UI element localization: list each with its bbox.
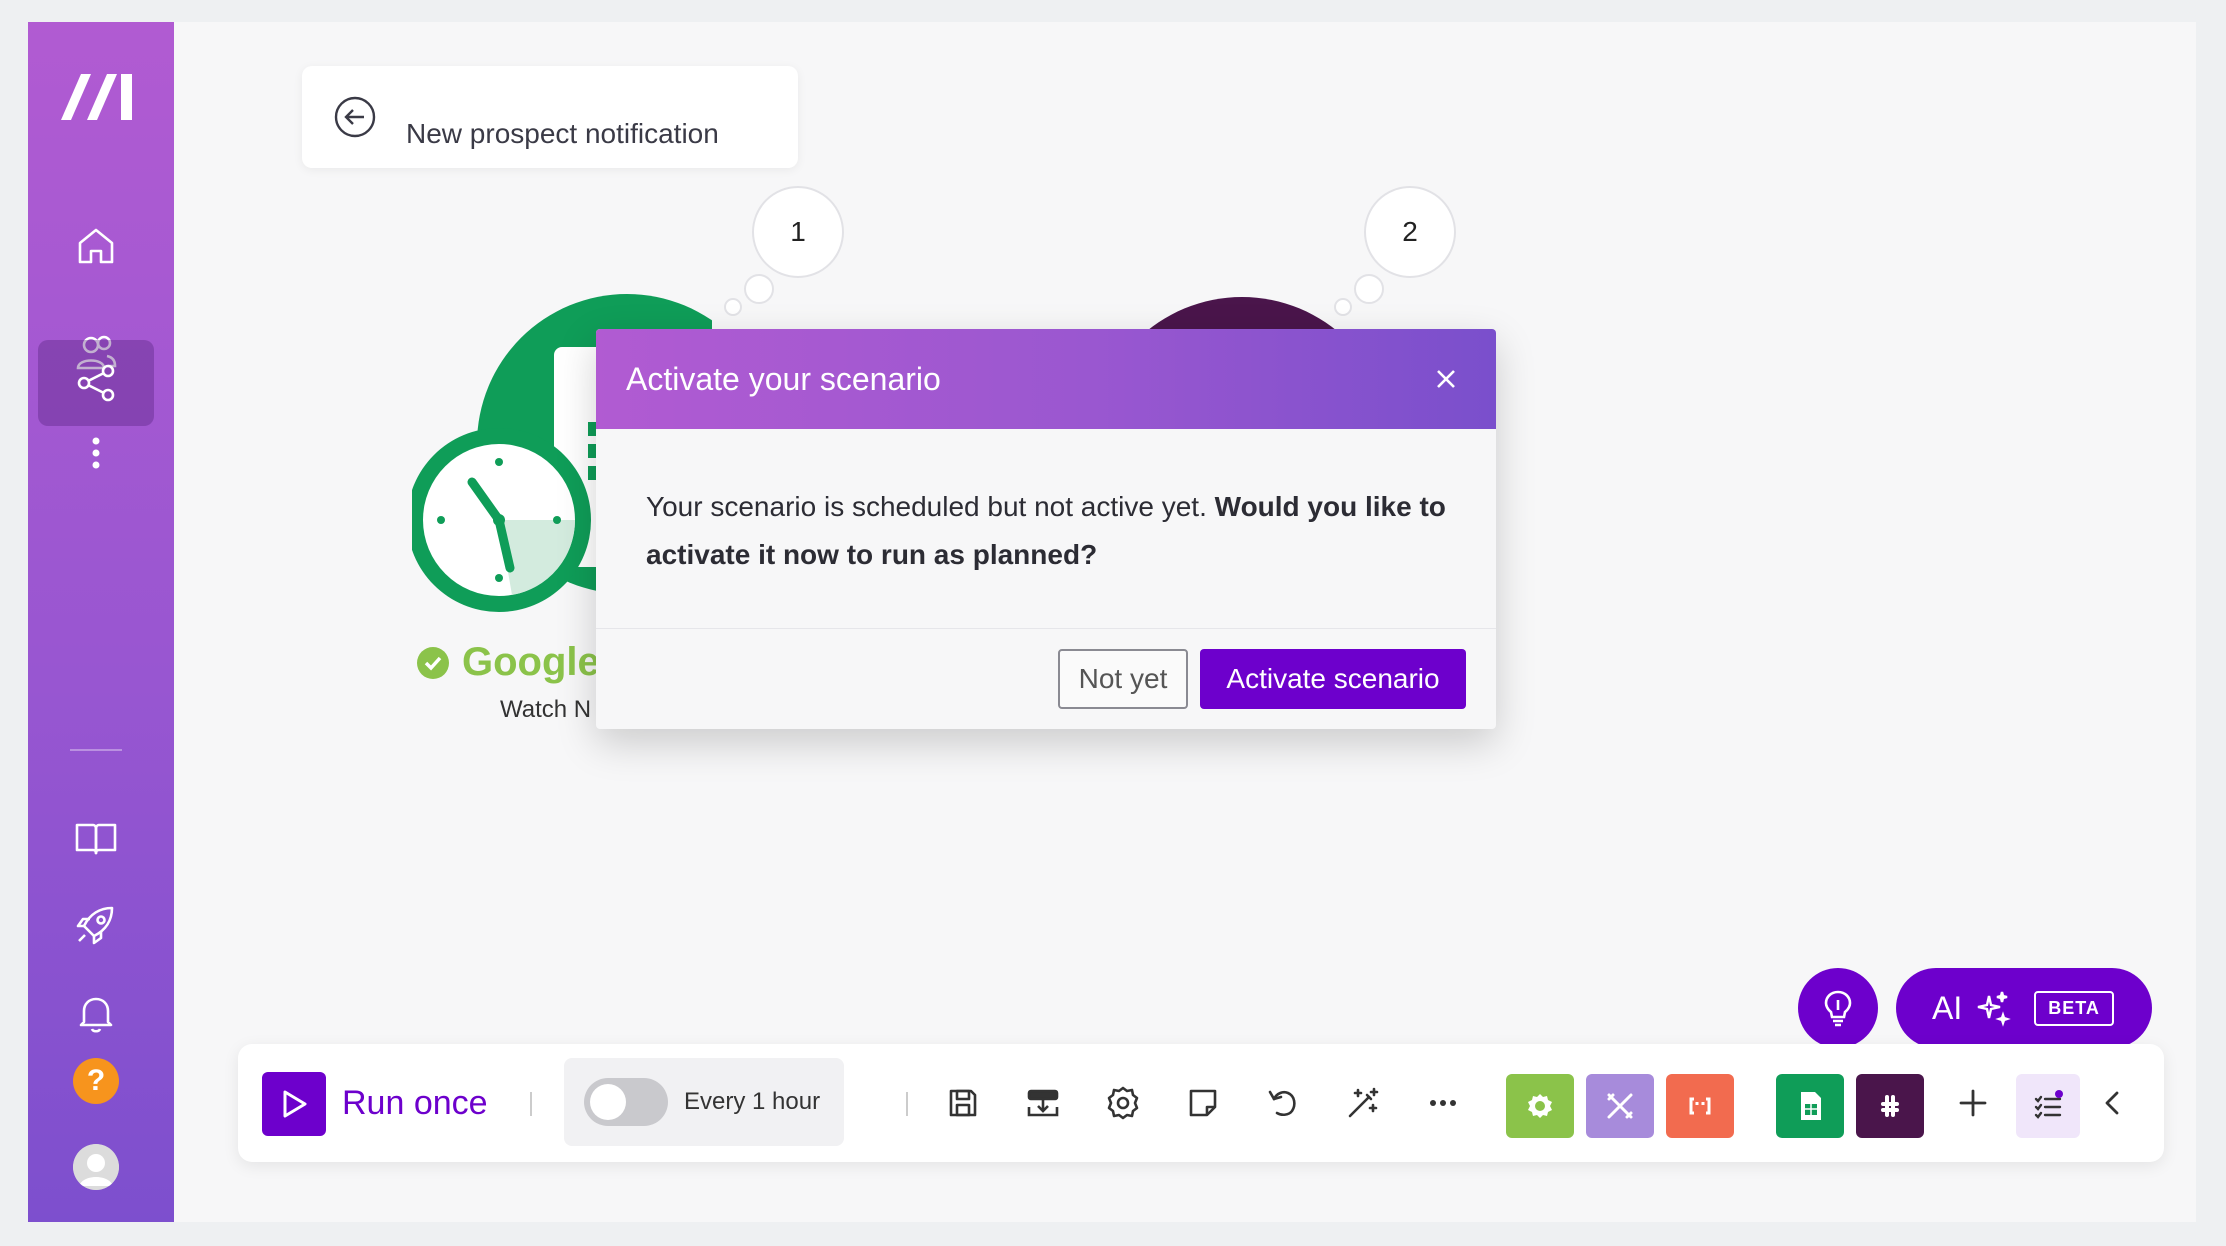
back-arrow-icon[interactable] — [334, 96, 376, 138]
run-once-button[interactable] — [262, 1072, 326, 1136]
dialog-title: Activate your scenario — [626, 360, 941, 397]
sidebar-divider — [70, 749, 122, 751]
home-icon[interactable] — [38, 203, 154, 289]
help-icon[interactable]: ? — [73, 1058, 119, 1104]
save-icon[interactable] — [938, 1078, 988, 1128]
dialog-footer: Not yet Activate scenario — [1058, 649, 1466, 709]
tools-app-icon[interactable] — [1506, 1074, 1574, 1138]
make-logo[interactable] — [59, 68, 137, 124]
settings-icon[interactable] — [1098, 1078, 1148, 1128]
more-icon[interactable] — [1418, 1078, 1468, 1128]
help-icon-label: ? — [86, 1064, 106, 1097]
module-bubble-label: 1 — [790, 216, 806, 247]
schedule-control[interactable]: Every 1 hour — [564, 1058, 844, 1146]
bubble-dot — [1334, 298, 1352, 316]
module-bubble-1[interactable]: 1 — [752, 186, 844, 278]
dialog-header: Activate your scenario — [596, 329, 1496, 429]
flow-control-app-icon[interactable] — [1586, 1074, 1654, 1138]
toolbar-divider — [906, 1092, 908, 1116]
check-circle-icon — [417, 646, 449, 679]
docs-icon[interactable] — [38, 795, 154, 881]
module-title: Google — [416, 640, 600, 685]
dialog-message-text: Your scenario is scheduled but not activ… — [646, 491, 1215, 522]
bubble-dot — [1354, 274, 1384, 304]
play-icon — [283, 1090, 307, 1118]
collapse-chevron-icon[interactable] — [2088, 1078, 2138, 1128]
beta-badge: BETA — [2034, 990, 2114, 1026]
toolbar-divider — [530, 1092, 532, 1116]
app-frame: ? New prospect notification 1 2 Google W… — [28, 22, 2196, 1222]
bell-icon[interactable] — [38, 970, 154, 1056]
dialog-message: Your scenario is scheduled but not activ… — [596, 429, 1496, 629]
text-parser-app-icon[interactable] — [1666, 1074, 1734, 1138]
slack-app-icon[interactable] — [1856, 1074, 1924, 1138]
not-yet-button[interactable]: Not yet — [1058, 649, 1188, 709]
more-vertical-icon[interactable] — [38, 410, 154, 496]
checklist-icon[interactable] — [2016, 1074, 2080, 1138]
add-module-icon[interactable] — [1948, 1078, 1998, 1128]
google-sheets-app-icon[interactable] — [1776, 1074, 1844, 1138]
undo-icon[interactable] — [1258, 1078, 1308, 1128]
ai-assistant-button[interactable]: AI BETA — [1896, 968, 2152, 1048]
hint-button[interactable] — [1798, 968, 1878, 1048]
rocket-icon[interactable] — [38, 883, 154, 969]
close-icon[interactable] — [1430, 363, 1462, 395]
lightbulb-icon — [1824, 990, 1852, 1027]
avatar[interactable] — [73, 1144, 119, 1190]
module-bubble-label: 2 — [1402, 216, 1418, 247]
bubble-dot — [724, 298, 742, 316]
module-app-name: Google — [462, 640, 600, 684]
activate-scenario-button[interactable]: Activate scenario — [1200, 649, 1466, 709]
schedule-interval[interactable]: Every 1 hour — [684, 1088, 820, 1116]
notes-icon[interactable] — [1178, 1078, 1228, 1128]
auto-align-icon[interactable] — [1338, 1078, 1388, 1128]
module-action-name: Watch N — [500, 696, 592, 723]
ai-label: AI — [1932, 989, 1963, 1026]
bottom-toolbar: Run once Every 1 hour — [238, 1044, 2164, 1162]
scenario-name[interactable]: New prospect notification — [406, 118, 719, 150]
module-bubble-2[interactable]: 2 — [1364, 186, 1456, 278]
sidebar: ? — [28, 22, 174, 1222]
run-once-label[interactable]: Run once — [342, 1084, 488, 1123]
scenario-title-card — [302, 66, 798, 168]
bubble-dot — [744, 274, 774, 304]
scheduling-toggle[interactable] — [584, 1078, 668, 1126]
blueprint-icon[interactable] — [1018, 1078, 1068, 1128]
sparkles-icon — [1977, 991, 2012, 1027]
toggle-knob — [590, 1084, 626, 1120]
activate-scenario-dialog: Activate your scenario Your scenario is … — [596, 329, 1496, 729]
